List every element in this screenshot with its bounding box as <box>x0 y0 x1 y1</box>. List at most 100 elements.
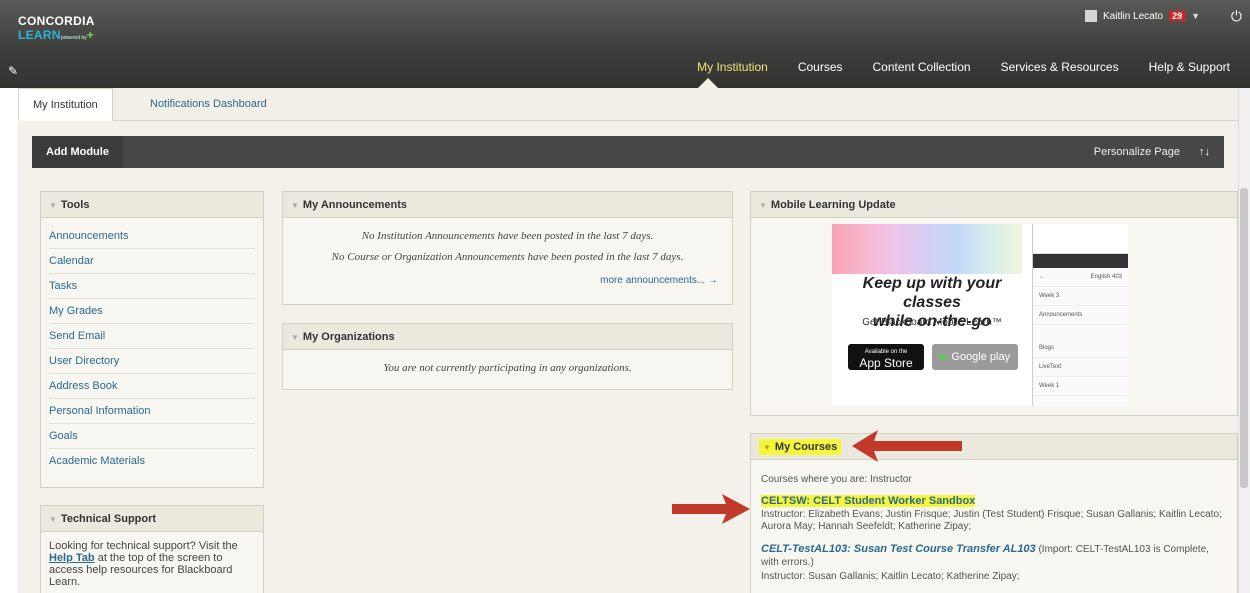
concordia-learn-logo[interactable]: CONCORDIA LEARNpowered by+ <box>18 14 95 42</box>
support-text-before: Looking for technical support? Visit the <box>49 540 238 552</box>
red-arrow-left-icon <box>852 430 962 462</box>
instructor-names: Susan Gallanis; Kaitlin Lecato; Katherin… <box>808 571 1020 582</box>
my-courses-title-highlight: ▼ My Courses <box>759 439 842 455</box>
tool-personal-information[interactable]: Personal Information <box>49 399 255 424</box>
nav-content-collection[interactable]: Content Collection <box>873 60 971 74</box>
collapse-triangle-icon[interactable]: ▼ <box>49 201 57 210</box>
tools-module: ▼ Tools Announcements Calendar Tasks My G… <box>40 191 264 488</box>
organizations-title: My Organizations <box>302 331 395 343</box>
announcements-module: ▼ My Announcements No Institution Announc… <box>282 191 733 305</box>
nav-my-institution[interactable]: My Institution <box>697 60 768 74</box>
notification-badge[interactable]: 29 <box>1169 11 1186 21</box>
nav-help-support[interactable]: Help & Support <box>1149 60 1230 74</box>
tool-announcements[interactable]: Announcements <box>49 224 255 249</box>
app-store-button[interactable]: Available on the App Store <box>848 344 924 370</box>
announcements-line1: No Institution Announcements have been p… <box>361 230 654 242</box>
logo-small: powered by <box>60 35 87 41</box>
instructor-label: Instructor: <box>761 571 806 582</box>
main-nav: My Institution Courses Content Collectio… <box>697 60 1230 74</box>
tool-goals[interactable]: Goals <box>49 424 255 449</box>
phone-row: Week 3 <box>1033 287 1128 306</box>
tools-header[interactable]: ▼ Tools <box>41 192 263 218</box>
user-name[interactable]: Kaitlin Lecato <box>1103 11 1163 22</box>
scrollbar-thumb[interactable] <box>1240 188 1248 488</box>
my-courses-header[interactable]: ▼ My Courses <box>751 434 1237 460</box>
announcements-line2: No Course or Organization Announcements … <box>331 251 684 263</box>
phone-top <box>1033 224 1128 254</box>
add-module-button[interactable]: Add Module <box>32 136 123 168</box>
collapse-triangle-icon[interactable]: ▼ <box>291 333 299 342</box>
red-arrow-right-icon <box>672 494 750 524</box>
color-stripes <box>832 224 1022 274</box>
course-instructors: Instructor: Susan Gallanis; Kaitlin Leca… <box>751 569 1237 582</box>
tool-my-grades[interactable]: My Grades <box>49 299 255 324</box>
mobile-learn-banner[interactable]: Keep up with your classes while on-the-go… <box>832 224 1128 406</box>
technical-support-text: Looking for technical support? Visit the… <box>41 532 263 593</box>
top-header: CONCORDIA LEARNpowered by+ ✎ Kaitlin Lec… <box>0 0 1250 88</box>
chevron-down-icon[interactable]: ▼ <box>1191 11 1200 21</box>
collapse-triangle-icon[interactable]: ▼ <box>291 201 299 210</box>
tool-calendar[interactable]: Calendar <box>49 249 255 274</box>
technical-support-header[interactable]: ▼ Technical Support <box>41 506 263 532</box>
plus-icon: + <box>86 28 94 42</box>
my-courses-title: My Courses <box>774 441 838 453</box>
phone-row: Announcements <box>1033 306 1128 325</box>
tool-tasks[interactable]: Tasks <box>49 274 255 299</box>
more-announcements-link[interactable]: more announcements... → <box>283 275 718 286</box>
phone-header-text: English 403 <box>1090 274 1122 280</box>
logo-line1: CONCORDIA <box>18 14 95 28</box>
google-play-button[interactable]: ▶ Google play <box>932 344 1018 370</box>
active-nav-indicator <box>698 78 718 88</box>
personalize-page-button[interactable]: Personalize Page <box>1094 136 1180 168</box>
instructor-names: Elizabeth Evans; Justin Frisque; Justin … <box>761 509 1222 532</box>
phone-row: Blogs <box>1033 339 1128 358</box>
collapse-triangle-icon[interactable]: ▼ <box>759 201 767 210</box>
phone-bar <box>1033 254 1128 268</box>
tool-user-directory[interactable]: User Directory <box>49 349 255 374</box>
course-role-line: Courses where you are: Instructor <box>761 474 912 485</box>
collapse-triangle-icon[interactable]: ▼ <box>49 515 57 524</box>
organizations-module: ▼ My Organizations You are not currently … <box>282 323 733 390</box>
course-link-celt-testal103[interactable]: CELT-TestAL103: Susan Test Course Transf… <box>761 543 1036 555</box>
tools-title: Tools <box>60 199 90 211</box>
logo-line2: LEARN <box>18 28 61 42</box>
nav-services-resources[interactable]: Services & Resources <box>1001 60 1119 74</box>
avatar <box>1085 10 1098 22</box>
reorder-icon[interactable]: ↑↓ <box>1199 136 1210 168</box>
app-store-label: App Store <box>859 356 913 370</box>
phone-header-row: ← English 403 <box>1033 268 1128 287</box>
vertical-scrollbar[interactable] <box>1238 88 1250 593</box>
module-toolbar: Add Module Personalize Page ↑↓ <box>32 136 1224 168</box>
tool-address-book[interactable]: Address Book <box>49 374 255 399</box>
sub-tabs: My Institution Notifications Dashboard <box>18 88 1238 121</box>
course-link-celtsw[interactable]: CELTSW: CELT Student Worker Sandbox <box>761 495 976 507</box>
my-courses-module: ▼ My Courses Courses where you are: Instr… <box>750 433 1238 593</box>
phone-mockup: ← English 403 Week 3 Announcements Blogs … <box>1032 224 1128 406</box>
instructor-label: Instructor: <box>761 509 806 520</box>
help-tab-link[interactable]: Help Tab <box>49 552 95 564</box>
technical-support-module: ▼ Technical Support Looking for technical… <box>40 505 264 593</box>
banner-headline-1: Keep up with your classes <box>862 275 1002 311</box>
phone-row: LiveText <box>1033 358 1128 377</box>
banner-subtitle: Get Blackboard Mobile Learn™ <box>862 317 1002 328</box>
announcements-header[interactable]: ▼ My Announcements <box>283 192 732 218</box>
google-play-label: Google play <box>951 351 1011 363</box>
mobile-learning-title: Mobile Learning Update <box>770 199 896 211</box>
logout-power-icon[interactable]: ⏻ <box>1231 8 1242 25</box>
nav-courses[interactable]: Courses <box>798 60 843 74</box>
course-instructors: Instructor: Elizabeth Evans; Justin Fris… <box>751 507 1237 533</box>
phone-row: Week 1 <box>1033 377 1128 396</box>
tab-notifications-dashboard[interactable]: Notifications Dashboard <box>136 88 281 121</box>
mobile-learning-header[interactable]: ▼ Mobile Learning Update <box>751 192 1237 218</box>
technical-support-title: Technical Support <box>60 513 157 525</box>
play-icon: ▶ <box>939 351 952 363</box>
tab-my-institution[interactable]: My Institution <box>18 88 113 121</box>
user-menu[interactable]: Kaitlin Lecato 29 ▼ <box>1085 10 1200 22</box>
edit-pencil-icon[interactable]: ✎ <box>8 64 18 78</box>
organizations-text: You are not currently participating in a… <box>383 362 632 374</box>
announcements-title: My Announcements <box>302 199 408 211</box>
tool-academic-materials[interactable]: Academic Materials <box>49 449 255 474</box>
organizations-header[interactable]: ▼ My Organizations <box>283 324 732 350</box>
tool-send-email[interactable]: Send Email <box>49 324 255 349</box>
collapse-triangle-icon[interactable]: ▼ <box>763 443 771 452</box>
